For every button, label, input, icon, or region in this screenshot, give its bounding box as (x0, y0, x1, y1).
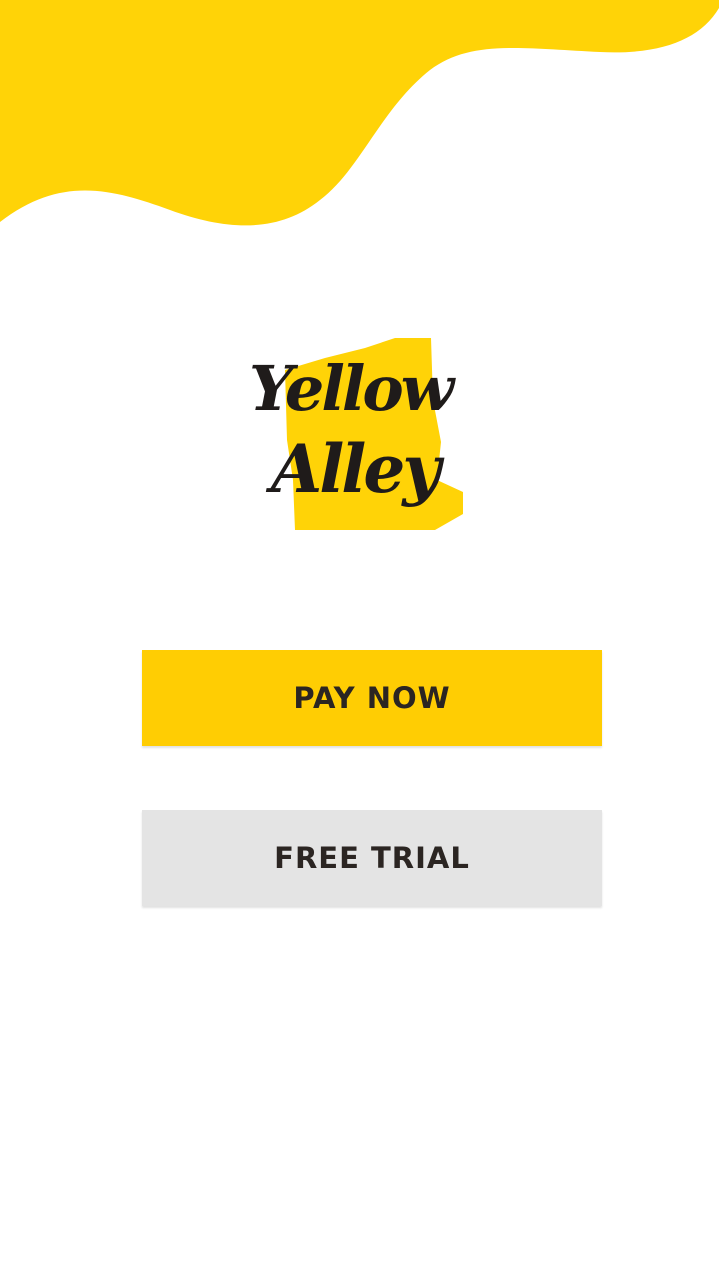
logo-text-alley: Alley (271, 430, 441, 508)
yellow-alley-logo: Yellow Alley (235, 330, 475, 540)
pay-now-button[interactable]: PAY NOW (142, 650, 602, 746)
logo-text-yellow: Yellow (249, 352, 454, 425)
top-wave-decoration (0, 0, 719, 226)
free-trial-button[interactable]: FREE TRIAL (142, 810, 602, 906)
